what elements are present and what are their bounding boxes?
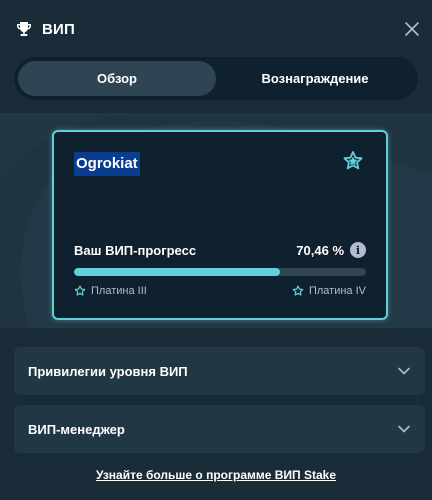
progress-bar: [74, 268, 366, 276]
star-icon: [74, 285, 86, 296]
info-icon[interactable]: i: [350, 242, 366, 258]
username: Ogrokiat: [74, 152, 140, 176]
current-level: Платина III: [74, 285, 147, 297]
accordion-label: Привилегии уровня ВИП: [28, 363, 188, 379]
tab-overview[interactable]: Обзор: [18, 61, 216, 96]
learn-more-link[interactable]: Узнайте больше о программе ВИП Stake: [0, 468, 432, 482]
next-level: Платина IV: [292, 285, 366, 297]
star-badge-icon: [342, 150, 364, 172]
progress-label: Ваш ВИП-прогресс: [74, 243, 197, 258]
chevron-down-icon: [397, 422, 411, 436]
modal-header: ВИП: [0, 0, 432, 58]
current-level-label: Платина III: [91, 285, 147, 297]
vip-progress-card: Ogrokiat Ваш ВИП-прогресс 70,46 % i Плат…: [52, 130, 388, 320]
vip-modal: ВИП Обзор Вознаграждение Ogrokiat Ваш ВИ…: [0, 0, 432, 500]
modal-title: ВИП: [42, 20, 75, 38]
accordion-vip-privileges[interactable]: Привилегии уровня ВИП: [14, 347, 425, 395]
accordion-label: ВИП-менеджер: [28, 421, 125, 437]
accordion-vip-manager[interactable]: ВИП-менеджер: [14, 405, 425, 453]
next-level-label: Платина IV: [308, 285, 366, 297]
tab-bar: Обзор Вознаграждение: [14, 57, 418, 100]
progress-bar-fill: [74, 268, 280, 276]
close-icon[interactable]: [400, 17, 424, 41]
trophy-icon: [16, 20, 34, 38]
chevron-down-icon: [397, 364, 411, 378]
progress-value: 70,46 %: [296, 243, 344, 258]
star-icon: [292, 285, 304, 296]
tab-rewards[interactable]: Вознаграждение: [216, 61, 414, 96]
